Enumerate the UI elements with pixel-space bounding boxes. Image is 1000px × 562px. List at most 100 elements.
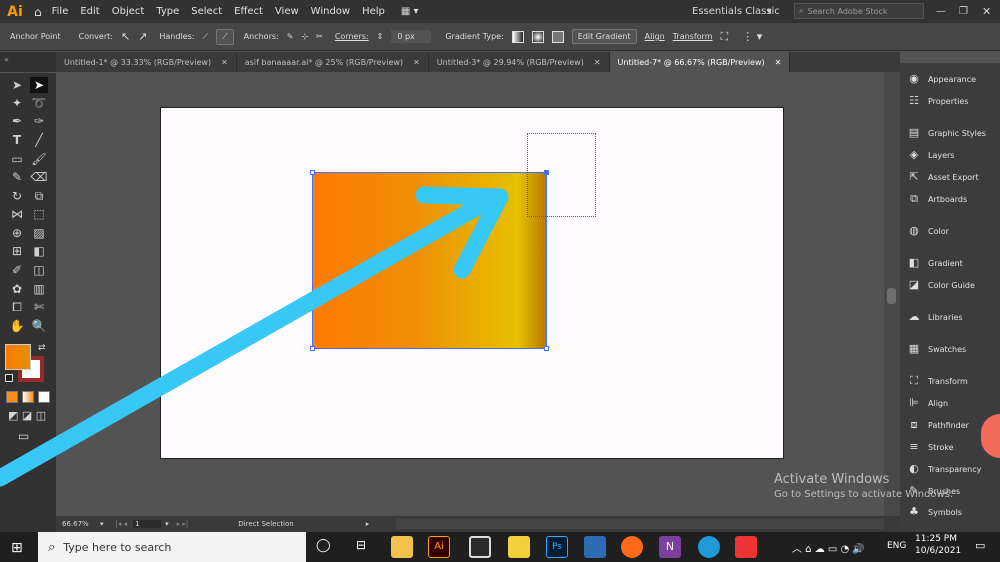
screen-mode-icon[interactable]: ▭ — [18, 429, 29, 443]
tab-untitled-3[interactable]: Untitled-3* @ 29.94% (RGB/Preview) ✕ — [429, 52, 610, 72]
panel-transform[interactable]: ⛶ Transform — [906, 374, 968, 388]
panel-graphic-styles[interactable]: ▤ Graphic Styles — [906, 126, 986, 140]
menu-object[interactable]: Object — [112, 6, 145, 17]
cut-path-icon[interactable]: ✂ — [316, 32, 323, 41]
collapse-icon[interactable]: « — [4, 55, 9, 64]
corners-stepper-icon[interactable]: ⇕ — [377, 32, 384, 41]
panel-layers[interactable]: ◈ Layers — [906, 148, 955, 162]
align-button[interactable]: Align — [645, 32, 665, 41]
taskbar-search-input[interactable]: ⌕ Type here to search — [38, 532, 306, 562]
default-colors-icon[interactable] — [5, 374, 13, 382]
menu-type[interactable]: Type — [156, 6, 179, 17]
hide-handles-icon[interactable]: ⟋ — [216, 28, 234, 45]
none-mode-button[interactable] — [38, 391, 50, 403]
magic-wand-tool-icon[interactable]: ✦ — [8, 95, 26, 111]
menu-window[interactable]: Window — [311, 6, 350, 17]
edge-icon[interactable] — [698, 536, 720, 558]
panel-gradient[interactable]: ◧ Gradient — [906, 256, 963, 270]
radial-gradient-icon[interactable] — [531, 30, 544, 43]
corners-input[interactable]: 0 px — [391, 30, 432, 43]
blend-tool-icon[interactable]: ◫ — [30, 262, 48, 278]
gradient-rectangle[interactable] — [312, 172, 547, 349]
perspective-grid-tool-icon[interactable]: ⊞ — [8, 243, 26, 259]
selection-handle[interactable] — [544, 346, 549, 351]
notification-icon[interactable]: ▭ — [975, 539, 985, 552]
onenote-icon[interactable]: N — [659, 536, 681, 558]
artboard-number-input[interactable]: 1 — [133, 520, 162, 528]
store-icon[interactable] — [469, 536, 491, 558]
gradient-mode-button[interactable] — [22, 391, 34, 403]
horizontal-scrollbar[interactable] — [396, 519, 884, 529]
type-tool-icon[interactable]: T — [8, 132, 26, 148]
selection-handle[interactable] — [310, 346, 315, 351]
panel-color-guide[interactable]: ◪ Color Guide — [906, 278, 975, 292]
gradient-tool-icon[interactable]: ◧ — [30, 243, 48, 259]
edit-gradient-button[interactable]: Edit Gradient — [571, 29, 637, 44]
menu-effect[interactable]: Effect — [234, 6, 263, 17]
panel-swatches[interactable]: ▦ Swatches — [906, 342, 966, 356]
tab-untitled-1[interactable]: Untitled-1* @ 33.33% (RGB/Preview) ✕ — [56, 52, 237, 72]
panel-asset-export[interactable]: ⇱ Asset Export — [906, 170, 978, 184]
paintbrush-tool-icon[interactable]: 🖌 — [30, 151, 48, 167]
curvature-tool-icon[interactable]: ✑ — [30, 113, 48, 129]
tab-asif-banaaaar[interactable]: asif banaaaar.ai* @ 25% (RGB/Preview) ✕ — [237, 52, 429, 72]
file-explorer-icon[interactable] — [391, 536, 413, 558]
widgets-icon[interactable]: ⊟ — [356, 538, 366, 552]
menu-edit[interactable]: Edit — [80, 6, 99, 17]
convert-smooth-icon[interactable]: ↖ — [121, 30, 130, 43]
graph-tool-icon[interactable]: ▥ — [30, 281, 48, 297]
taskbar-clock[interactable]: 11:25 PM 10/6/2021 — [915, 534, 961, 556]
shaper-tool-icon[interactable]: ✎ — [8, 169, 26, 185]
panel-stroke[interactable]: ≡ Stroke — [906, 440, 953, 454]
tab-untitled-7[interactable]: Untitled-7* @ 66.67% (RGB/Preview) ✕ — [609, 52, 791, 72]
language-indicator[interactable]: ENG — [887, 541, 906, 551]
firefox-icon[interactable] — [621, 536, 643, 558]
illustrator-taskbar-icon[interactable]: Ai — [428, 536, 450, 558]
close-button[interactable]: ✕ — [982, 5, 991, 18]
stock-search-input[interactable]: ⌕ Search Adobe Stock — [794, 3, 924, 19]
freeform-gradient-icon[interactable] — [551, 30, 564, 43]
shape-builder-tool-icon[interactable]: ⊕ — [8, 225, 26, 241]
paint-icon[interactable] — [584, 536, 606, 558]
scroll-thumb[interactable] — [887, 288, 896, 304]
lasso-tool-icon[interactable]: ➰ — [30, 95, 48, 111]
hand-tool-icon[interactable]: ✋ — [8, 318, 26, 334]
minimize-button[interactable]: — — [936, 6, 946, 17]
pen-tool-icon[interactable]: ✒ — [8, 113, 26, 129]
isolate-icon[interactable]: ⛶ — [721, 30, 729, 44]
show-handles-icon[interactable]: ⟋ — [202, 32, 208, 42]
panel-align[interactable]: ⊫ Align — [906, 396, 948, 410]
windows-start-icon[interactable]: ⊞ — [11, 540, 23, 556]
panel-pathfinder[interactable]: ⧈ Pathfinder — [906, 418, 969, 432]
panel-color[interactable]: ◍ Color — [906, 224, 949, 238]
fill-color-swatch[interactable] — [5, 344, 31, 370]
convert-corner-icon[interactable]: ↗ — [138, 30, 147, 43]
artboard-tool-icon[interactable]: ⧠ — [8, 299, 26, 315]
panel-libraries[interactable]: ☁ Libraries — [906, 310, 963, 324]
zoom-tool-icon[interactable]: 🔍 — [30, 318, 48, 334]
task-view-icon[interactable]: ◯ — [316, 538, 331, 553]
artboard-next-icon[interactable]: ▸ ▸| — [177, 520, 189, 528]
symbol-sprayer-tool-icon[interactable]: ✿ — [8, 281, 26, 297]
connect-anchor-icon[interactable]: ⊹ — [301, 32, 308, 41]
selection-handle[interactable] — [310, 170, 315, 175]
options-icon[interactable]: ⋮ ▾ — [742, 30, 762, 43]
status-arrow-icon[interactable]: ▸ — [366, 520, 370, 528]
photoshop-icon[interactable]: Ps — [546, 536, 568, 558]
direct-selection-tool-icon[interactable]: ➤ — [30, 77, 48, 93]
artboard-dropdown-icon[interactable]: ▾ — [165, 520, 169, 528]
scale-tool-icon[interactable]: ⧉ — [30, 188, 48, 204]
close-icon[interactable]: ✕ — [413, 58, 420, 67]
close-icon[interactable]: ✕ — [594, 58, 601, 67]
draw-mode-icon[interactable]: ◩ ◪ ◫ — [8, 409, 46, 422]
restore-button[interactable]: ❐ — [959, 6, 968, 17]
menu-help[interactable]: Help — [362, 6, 385, 17]
screen-recorder-icon[interactable] — [735, 536, 757, 558]
zoom-dropdown-icon[interactable]: ▾ — [100, 520, 104, 528]
arrange-documents-icon[interactable]: ▦ ▾ — [401, 6, 419, 17]
menu-file[interactable]: File — [52, 6, 69, 17]
line-tool-icon[interactable]: ╱ — [30, 132, 48, 148]
rotate-tool-icon[interactable]: ↻ — [8, 188, 26, 204]
app-logo[interactable]: Ai — [0, 0, 30, 23]
menu-select[interactable]: Select — [191, 6, 222, 17]
